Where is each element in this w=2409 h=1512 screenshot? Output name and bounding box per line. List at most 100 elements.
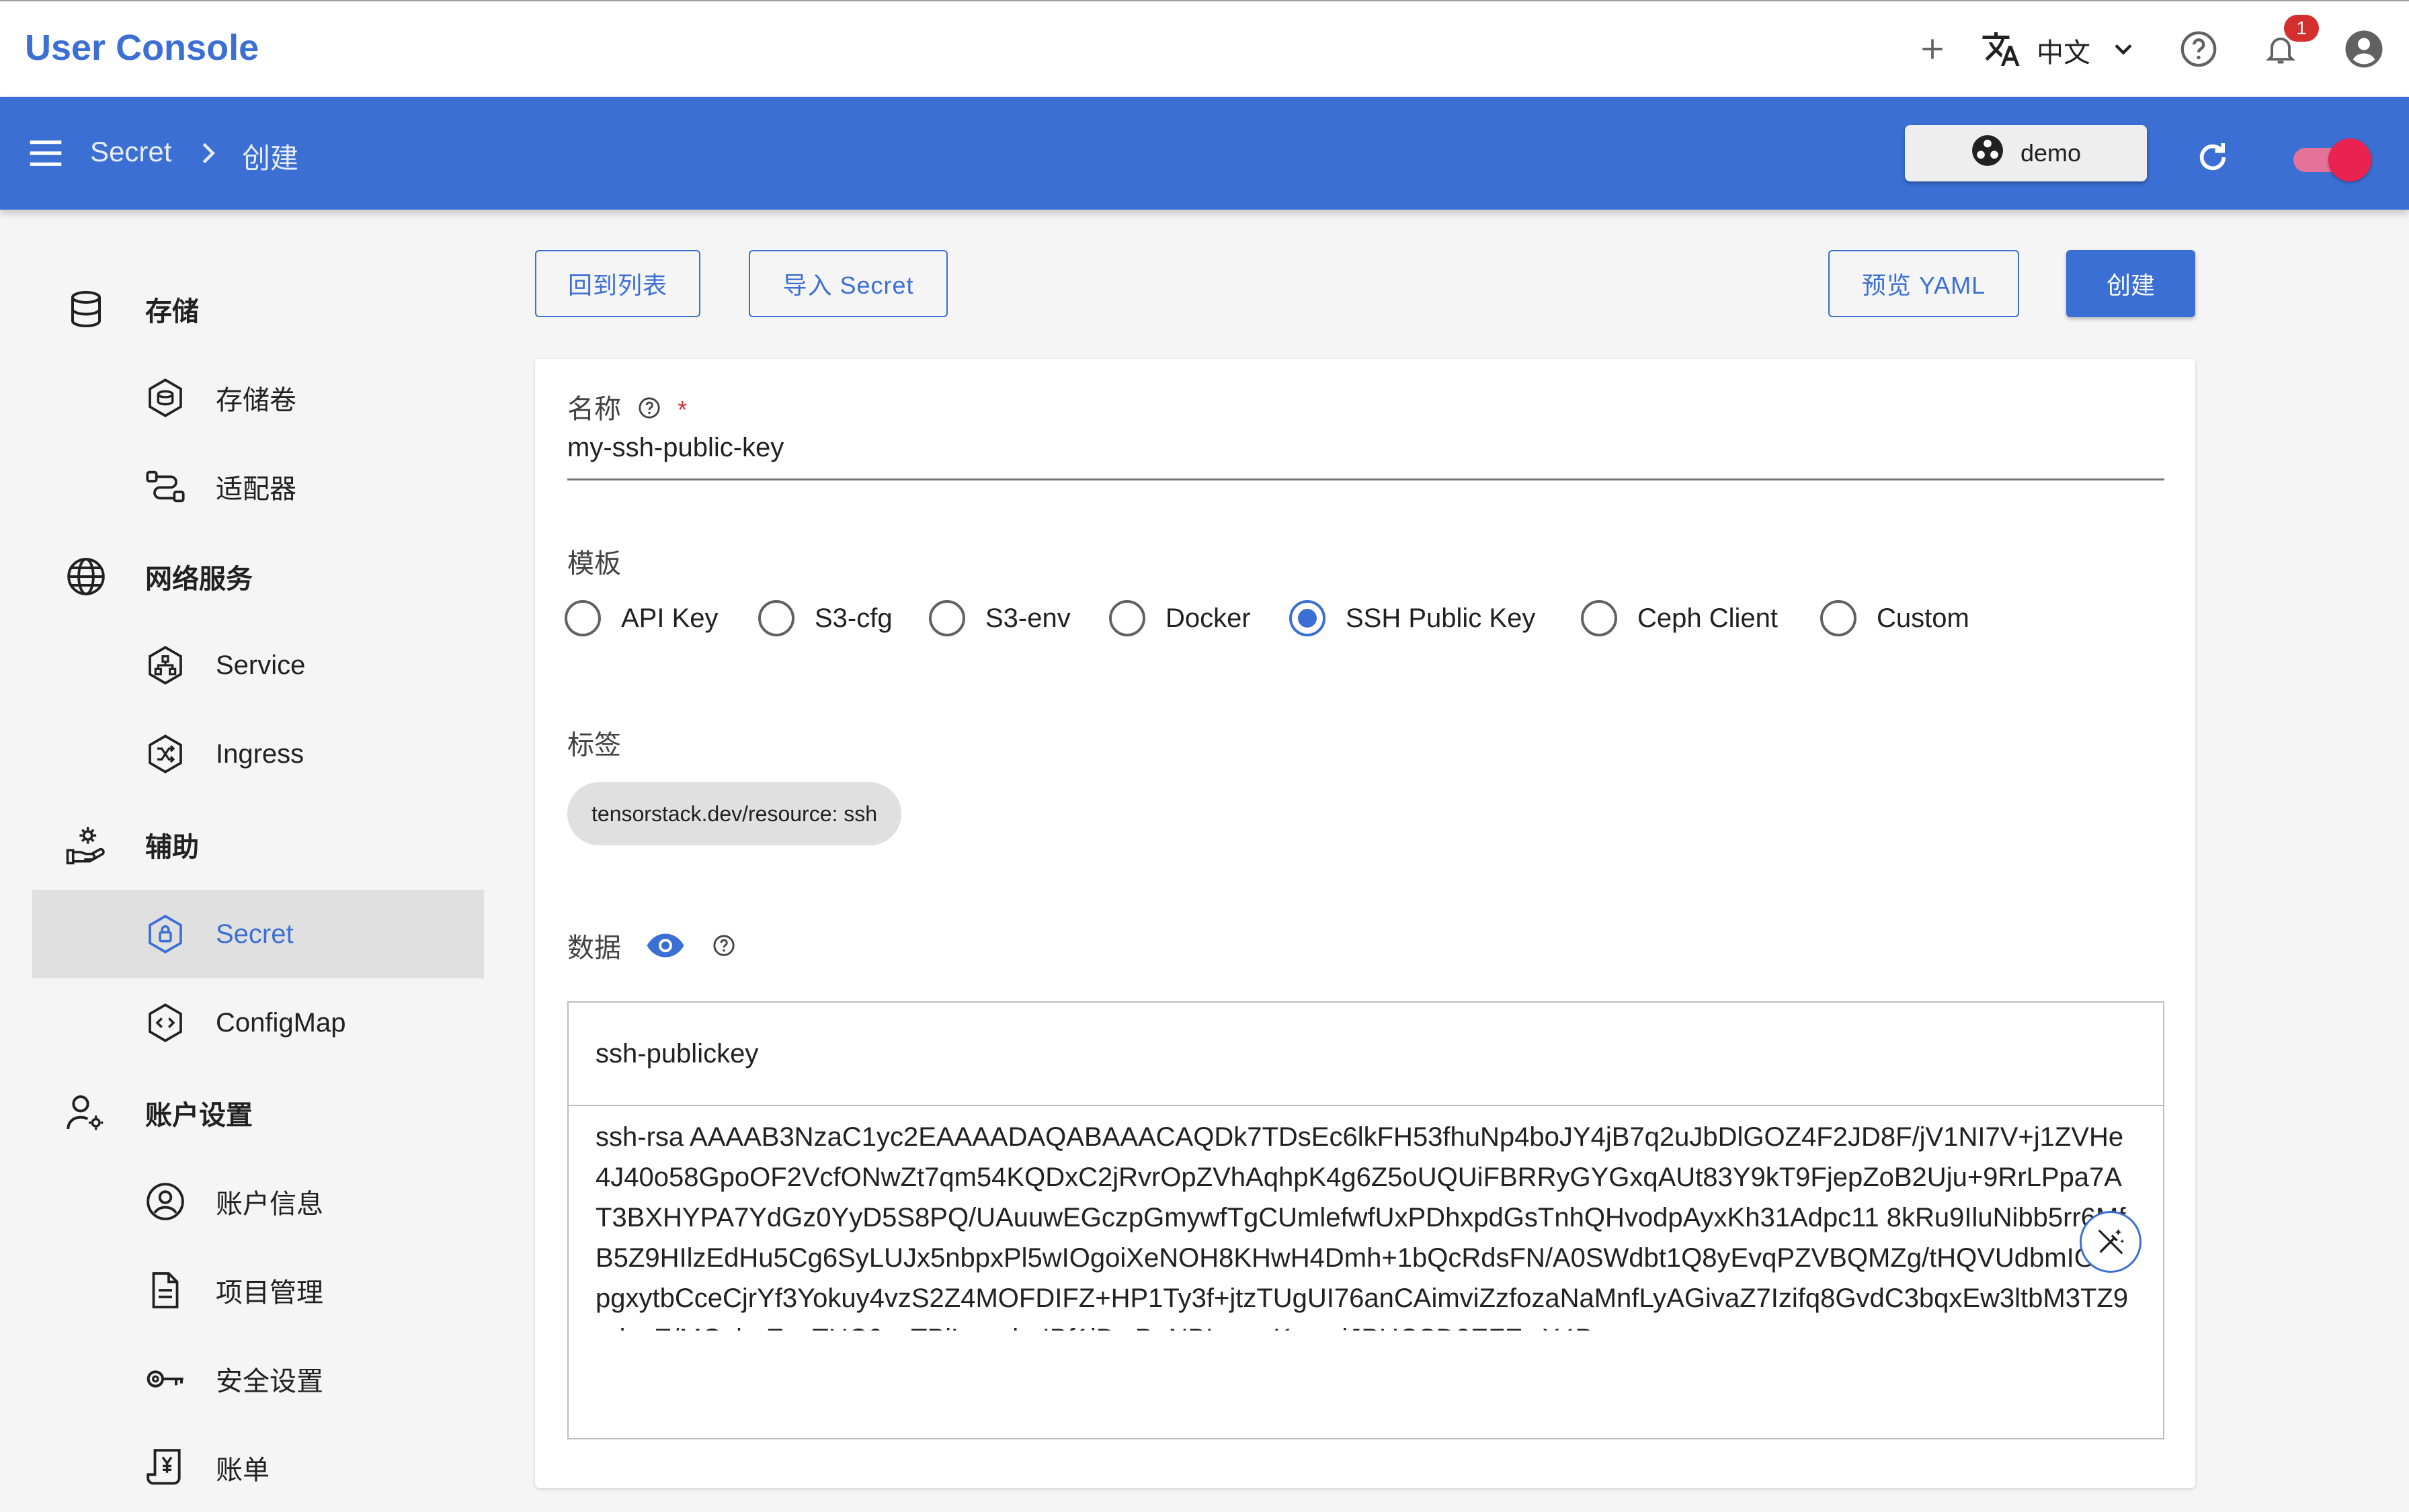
ingress-icon <box>141 730 190 778</box>
language-label[interactable]: 中文 <box>2037 31 2090 70</box>
sidebar-item-label: 账户信息 <box>216 1189 323 1219</box>
sidebar-item-account-info[interactable]: 账户信息 <box>32 1157 484 1246</box>
globe-icon <box>62 552 110 601</box>
namespace-button[interactable]: demo <box>1905 125 2147 181</box>
key-icon <box>141 1355 190 1403</box>
name-label-text: 名称 <box>567 394 621 424</box>
magic-wand-icon[interactable] <box>2080 1211 2141 1273</box>
theme-switch-knob[interactable] <box>2328 138 2371 181</box>
sidebar-group-label: 网络服务 <box>145 564 253 594</box>
sidebar-item-label: Service <box>216 650 306 680</box>
menu-icon[interactable] <box>27 137 65 173</box>
data-key-input[interactable]: ssh-publickey <box>569 1003 2163 1106</box>
service-icon <box>141 641 190 689</box>
radio-circle[interactable] <box>1109 600 1145 636</box>
account-icon[interactable] <box>2340 26 2387 73</box>
radio-label: S3-env <box>985 603 1071 633</box>
sidebar-item-adapter[interactable]: 适配器 <box>32 442 484 531</box>
sidebar-item-ingress[interactable]: Ingress <box>32 710 484 798</box>
radio-label: API Key <box>621 603 719 633</box>
add-icon[interactable] <box>1909 26 1956 73</box>
template-radio-custom[interactable]: Custom <box>1820 597 1969 640</box>
help-icon[interactable] <box>712 934 735 957</box>
adapter-icon <box>141 462 190 511</box>
volume-icon <box>141 374 190 422</box>
radio-circle[interactable] <box>929 600 965 636</box>
back-to-list-button[interactable]: 回到列表 <box>535 250 700 317</box>
sidebar-item-label: 存储卷 <box>216 386 296 415</box>
data-label-text: 数据 <box>567 933 621 963</box>
sidebar-item-label: 账单 <box>216 1456 270 1485</box>
help-icon[interactable] <box>2175 26 2222 73</box>
radio-circle[interactable] <box>758 600 794 636</box>
preview-yaml-button[interactable]: 预览 YAML <box>1828 250 2019 317</box>
sidebar-group-auxiliary[interactable]: 辅助 <box>32 800 484 889</box>
radio-circle[interactable] <box>565 600 601 636</box>
template-radio-ceph-client[interactable]: Ceph Client <box>1581 597 1778 640</box>
code-hexagon-icon <box>141 999 190 1047</box>
radio-circle[interactable] <box>1820 600 1856 636</box>
sidebar-item-label: 安全设置 <box>216 1367 323 1396</box>
chevron-right-icon <box>199 141 218 169</box>
sidebar-item-configmap[interactable]: ConfigMap <box>32 978 484 1067</box>
radio-label: S3-cfg <box>815 603 893 633</box>
radio-label: Custom <box>1877 603 1969 633</box>
gear-hand-icon <box>62 821 110 869</box>
sidebar-item-label: 适配器 <box>216 474 296 504</box>
template-radio-s3-cfg[interactable]: S3-cfg <box>758 597 893 640</box>
radio-label: Docker <box>1166 603 1251 633</box>
breadcrumb-create: 创建 <box>242 142 299 174</box>
page-toolbar: Secret 创建 demo <box>0 97 2409 210</box>
breadcrumb-secret[interactable]: Secret <box>90 136 171 168</box>
sidebar-group-storage[interactable]: 存储 <box>32 265 484 353</box>
sidebar-item-volume[interactable]: 存储卷 <box>32 353 484 442</box>
sidebar-group-label: 存储 <box>145 297 199 327</box>
name-input[interactable]: my-ssh-public-key <box>567 433 784 463</box>
document-icon <box>141 1266 190 1314</box>
sidebar-item-label: 项目管理 <box>216 1278 323 1308</box>
database-icon <box>62 285 110 333</box>
labels-label: 标签 <box>567 730 621 760</box>
sidebar-group-account[interactable]: 账户设置 <box>32 1068 484 1157</box>
data-value-textarea[interactable]: ssh-rsa AAAAB3NzaC1yc2EAAAADAQABAAACAQDk… <box>596 1117 2135 1331</box>
eye-icon[interactable] <box>645 931 686 960</box>
account-circle-icon <box>141 1177 190 1226</box>
sidebar-group-network[interactable]: 网络服务 <box>32 532 484 621</box>
refresh-icon[interactable] <box>2186 130 2240 184</box>
notification-badge: 1 <box>2284 15 2319 42</box>
name-input-underline <box>567 478 2164 480</box>
template-radio-ssh-public-key[interactable]: SSH Public Key <box>1289 597 1535 640</box>
template-radio-s3-env[interactable]: S3-env <box>929 597 1071 640</box>
radio-circle-checked[interactable] <box>1289 600 1325 636</box>
template-radio-docker[interactable]: Docker <box>1109 597 1251 640</box>
app-title[interactable]: User Console <box>25 27 259 69</box>
chevron-down-icon[interactable] <box>2100 26 2147 73</box>
data-entry: ssh-publickey ssh-rsa AAAAB3NzaC1yc2EAAA… <box>567 1001 2164 1439</box>
sidebar-item-label: Ingress <box>216 739 304 769</box>
template-label: 模板 <box>567 549 621 579</box>
sidebar-item-service[interactable]: Service <box>32 621 484 710</box>
data-field-label: 数据 <box>567 926 735 965</box>
sidebar-item-secret[interactable]: Secret <box>32 890 484 978</box>
sidebar-group-label: 辅助 <box>145 833 199 862</box>
user-gear-icon <box>62 1089 110 1137</box>
sidebar-item-billing[interactable]: 账单 <box>32 1423 484 1512</box>
create-button[interactable]: 创建 <box>2066 250 2195 317</box>
sidebar-item-label: ConfigMap <box>216 1007 346 1038</box>
radio-label: SSH Public Key <box>1346 603 1536 633</box>
namespace-label: demo <box>2020 139 2082 167</box>
radio-circle[interactable] <box>1581 600 1617 636</box>
bill-icon <box>141 1443 190 1492</box>
help-icon[interactable] <box>638 396 661 426</box>
app-bar: User Console 中文 1 <box>0 0 2409 97</box>
sidebar-group-label: 账户设置 <box>145 1101 253 1130</box>
required-marker: * <box>678 396 688 423</box>
sidebar-item-projects[interactable]: 项目管理 <box>32 1246 484 1335</box>
secret-form: 名称 * my-ssh-public-key 模板 API Key S3-cfg… <box>535 359 2195 1488</box>
template-radio-api-key[interactable]: API Key <box>565 597 719 640</box>
translate-icon[interactable] <box>1977 26 2025 73</box>
namespace-icon <box>1971 134 2004 173</box>
sidebar-item-security[interactable]: 安全设置 <box>32 1335 484 1423</box>
import-secret-button[interactable]: 导入 Secret <box>749 250 948 317</box>
label-chip[interactable]: tensorstack.dev/resource: ssh <box>567 782 902 845</box>
